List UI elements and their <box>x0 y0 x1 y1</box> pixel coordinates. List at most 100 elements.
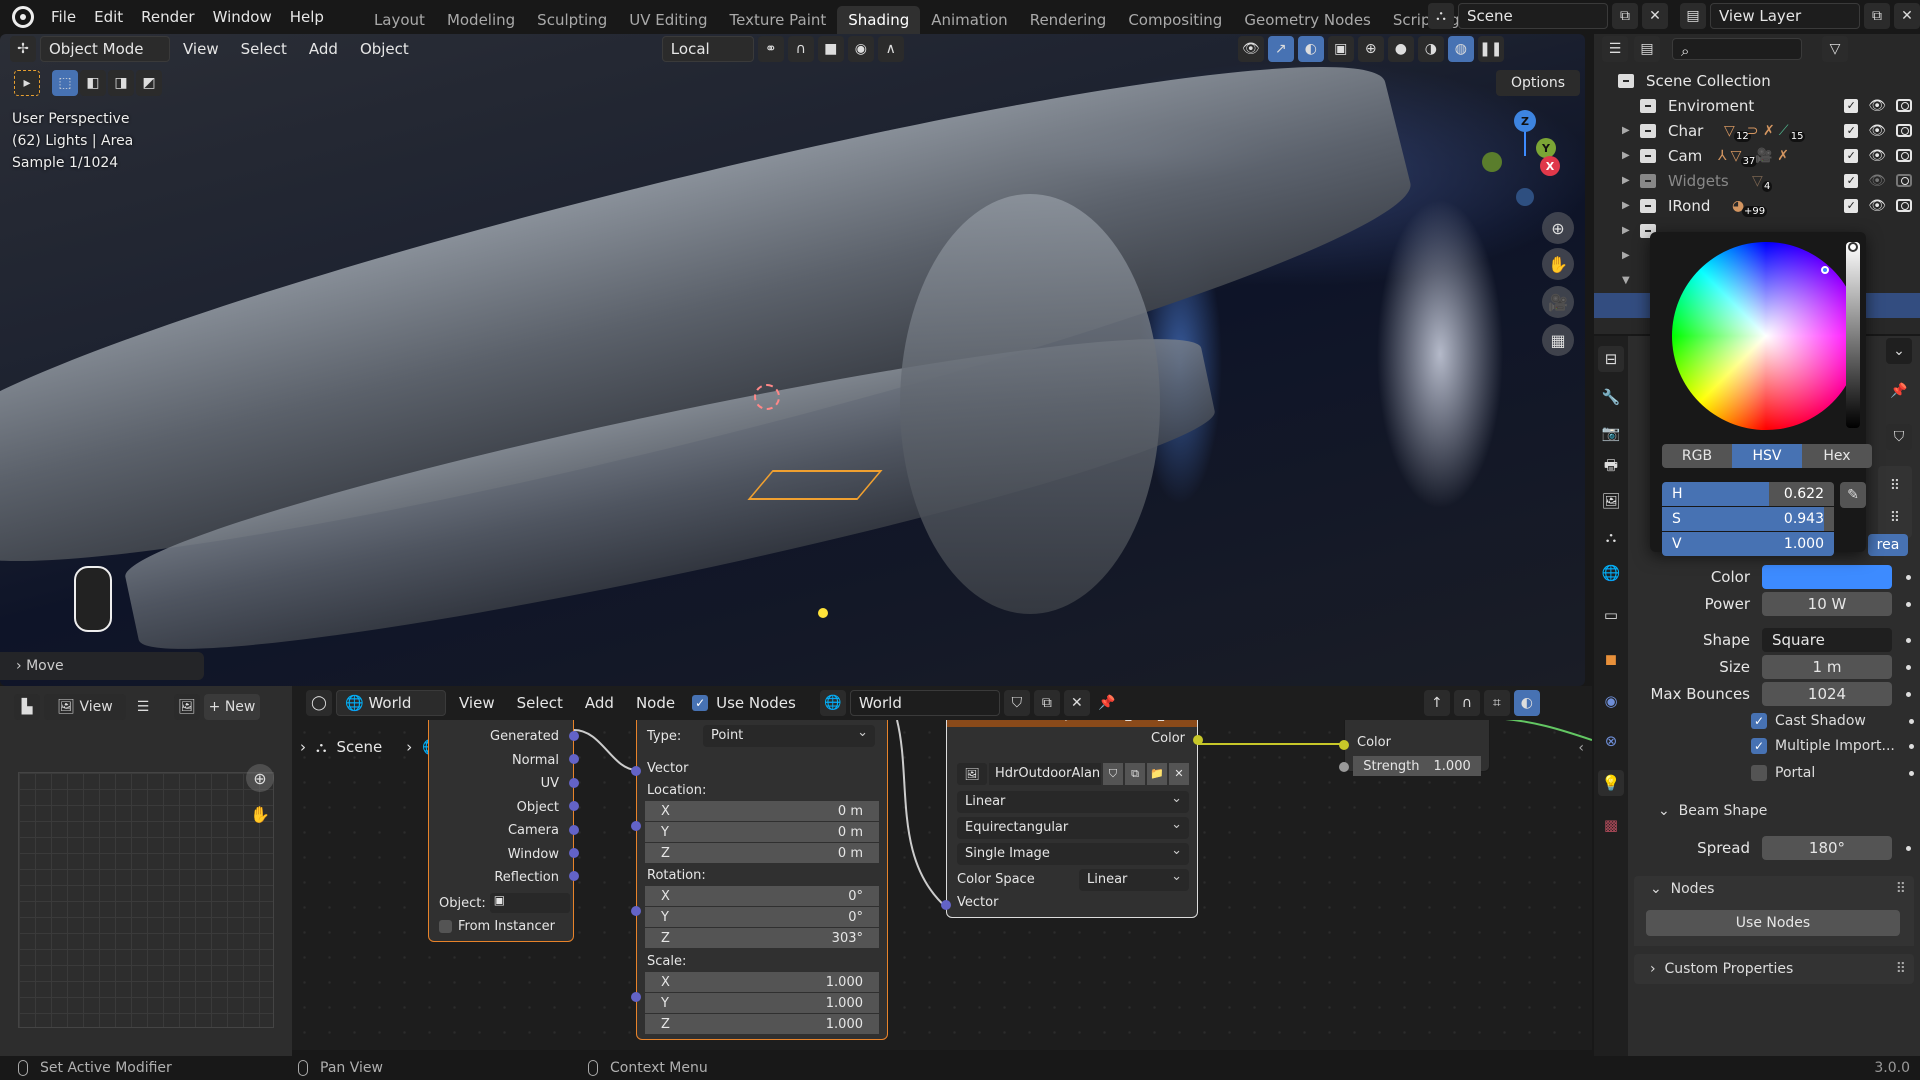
menu-window[interactable]: Window <box>204 0 281 34</box>
render-disabled-icon[interactable] <box>1896 174 1912 187</box>
texture-tab-icon[interactable]: ▩ <box>1598 812 1624 838</box>
shading-rendered-icon[interactable]: ◍ <box>1447 36 1474 62</box>
open-file-icon[interactable]: 📁 <box>1147 763 1167 785</box>
environment-texture-node[interactable]: HdrOutdoorAlanya...dr002_HDR_2k.ex Color… <box>941 720 1203 918</box>
spread-field[interactable]: 180° <box>1762 836 1892 860</box>
scene-tab-icon[interactable]: ⛬ <box>1598 524 1624 550</box>
shader-type-dropdown[interactable]: 🌐 World <box>336 690 446 716</box>
tab-animation[interactable]: Animation <box>920 6 1018 34</box>
socket-window[interactable] <box>569 848 579 858</box>
tab-compositing[interactable]: Compositing <box>1117 6 1233 34</box>
image-editor-type-icon[interactable]: ▙ <box>14 694 40 720</box>
tab-hsv[interactable]: HSV <box>1732 444 1802 468</box>
tab-geometry-nodes[interactable]: Geometry Nodes <box>1233 6 1382 34</box>
keyframe-dot[interactable] <box>1906 601 1911 607</box>
light-color-swatch[interactable] <box>1762 565 1892 589</box>
new-scene-icon[interactable]: ⧉ <box>1612 3 1638 29</box>
zoom-image-icon[interactable]: ⊕ <box>246 764 274 792</box>
shader-menu-node[interactable]: Node <box>627 694 684 712</box>
socket-strength-in[interactable] <box>1339 762 1349 772</box>
location-z-field[interactable]: Z0 m <box>645 843 879 863</box>
node-editor-canvas[interactable]: ›⛬Scene ›🌐World GeneratedNormalUVObjectC… <box>292 720 1592 1050</box>
navigation-gizmo[interactable]: Z Y X <box>1480 108 1590 208</box>
strength-field[interactable]: Strength 1.000 <box>1353 756 1481 776</box>
editor-type-icon[interactable]: ✢ <box>10 36 36 62</box>
color-space-dropdown[interactable]: Linear <box>1079 866 1189 891</box>
menu-render[interactable]: Render <box>132 0 203 34</box>
rotation-y-field[interactable]: Y 0° <box>645 907 879 927</box>
collection-tab-icon[interactable]: ▭ <box>1598 602 1624 628</box>
multiple-importance-checkbox[interactable]: ✓ <box>1751 738 1767 754</box>
tab-hex[interactable]: Hex <box>1802 444 1872 468</box>
camera-view-icon[interactable]: 🎥 <box>1542 286 1574 318</box>
nodes-panel-header[interactable]: ⌄ Nodes ⠿ <box>1634 876 1914 902</box>
node-overlay-icon[interactable]: ◐ <box>1513 690 1540 716</box>
panel-drag-handle[interactable]: ⠿ <box>1878 498 1912 538</box>
value-field[interactable]: V 1.000 <box>1662 532 1834 556</box>
menu-edit[interactable]: Edit <box>85 0 132 34</box>
duplicate-world-icon[interactable]: ⧉ <box>1033 690 1060 716</box>
value-slider[interactable] <box>1846 242 1860 428</box>
socket-object[interactable] <box>569 801 579 811</box>
tab-rendering[interactable]: Rendering <box>1019 6 1118 34</box>
tab-layout[interactable]: Layout <box>363 6 436 34</box>
saturation-field[interactable]: S 0.943 <box>1662 507 1834 531</box>
outliner-search-input[interactable]: ⌕ <box>1672 38 1802 60</box>
select-box-tool-icon[interactable]: ▸ <box>14 70 40 96</box>
gizmo-neg-y[interactable] <box>1482 152 1502 172</box>
output-tab-icon[interactable]: 🖶 <box>1598 454 1624 480</box>
render-camera-icon[interactable] <box>1896 199 1912 212</box>
tab-modeling[interactable]: Modeling <box>436 6 526 34</box>
use-nodes-checkbox[interactable]: ✓ <box>692 695 709 711</box>
socket-camera[interactable] <box>569 825 579 835</box>
eye-icon[interactable]: 👁 <box>1868 173 1886 189</box>
world-datablock-field[interactable]: World <box>849 690 1000 716</box>
mapping-node[interactable]: Type: Point Vector Location: X0 m Y0 m Z… <box>631 720 888 1040</box>
socket-color-in[interactable] <box>1339 740 1349 750</box>
menu-help[interactable]: Help <box>281 0 333 34</box>
pin-icon[interactable]: 📌 <box>1886 378 1912 404</box>
gizmo-x-axis[interactable]: X <box>1540 156 1560 176</box>
from-instancer-checkbox[interactable] <box>439 920 452 933</box>
scene-icon[interactable]: ⛬ <box>1428 3 1454 29</box>
proportional-edit-icon[interactable]: ◉ <box>847 36 874 62</box>
properties-options-icon[interactable]: ⌄ <box>1886 338 1912 364</box>
exclude-checkbox[interactable]: ✓ <box>1844 98 1859 113</box>
socket-reflection[interactable] <box>569 871 579 881</box>
light-target-handle[interactable] <box>818 608 828 618</box>
node-snap-mode-icon[interactable]: ⌗ <box>1483 690 1510 716</box>
viewport-menu-view[interactable]: View <box>174 40 228 58</box>
render-camera-icon[interactable] <box>1896 124 1912 137</box>
image-browse-icon[interactable]: 🖼 <box>957 763 987 785</box>
physics-tab-icon[interactable]: ◉ <box>1598 688 1624 714</box>
view-layer-tab-icon[interactable]: 🖼 <box>1598 488 1624 514</box>
xray-icon[interactable]: ▣ <box>1327 36 1354 62</box>
keyframe-dot[interactable] <box>1909 718 1914 724</box>
keyframe-dot[interactable] <box>1909 743 1914 749</box>
shape-dropdown[interactable]: Square <box>1762 628 1892 652</box>
socket-rotation-in[interactable] <box>631 906 641 916</box>
eyedropper-icon[interactable]: ✎ <box>1840 482 1866 508</box>
shading-material-icon[interactable]: ◑ <box>1417 36 1444 62</box>
tool-tab-icon[interactable]: 🔧 <box>1598 384 1624 410</box>
location-y-field[interactable]: Y0 m <box>645 822 879 842</box>
eye-icon[interactable]: 👁 <box>1868 98 1886 114</box>
outliner-row[interactable]: ▶ Widgets ▽ 4 ✓ 👁 <box>1594 168 1920 193</box>
socket-location-in[interactable] <box>631 821 641 831</box>
location-x-field[interactable]: X0 m <box>645 801 879 821</box>
outliner-row[interactable]: ▶ Cam ⅄ ▽ 37 🎥 ✗ ✓ 👁 <box>1594 143 1920 168</box>
image-canvas-grid[interactable] <box>18 772 274 1028</box>
scene-name-field[interactable]: Scene <box>1458 3 1608 29</box>
parent-node-tree-icon[interactable]: ↑ <box>1423 690 1450 716</box>
tab-sculpting[interactable]: Sculpting <box>526 6 618 34</box>
keyframe-dot[interactable] <box>1906 691 1911 697</box>
gizmo-neg-z[interactable] <box>1516 188 1534 206</box>
blender-logo-icon[interactable] <box>12 6 34 28</box>
view-layer-icon[interactable]: ▤ <box>1680 3 1706 29</box>
power-field[interactable]: 10 W <box>1762 592 1892 616</box>
visibility-icon[interactable]: 👁 <box>1237 36 1264 62</box>
keyframe-dot[interactable] <box>1909 770 1914 776</box>
tab-rgb[interactable]: RGB <box>1662 444 1732 468</box>
menu-hamburger-icon[interactable]: ☰ <box>130 694 156 720</box>
transform-orientation-dropdown[interactable]: Local <box>661 36 754 62</box>
